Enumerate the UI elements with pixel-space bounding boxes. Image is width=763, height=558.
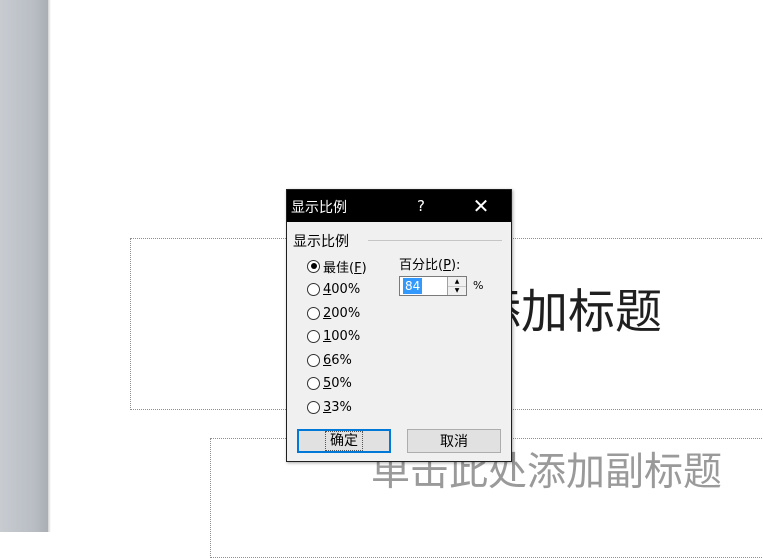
- radio-33-label: 33%: [323, 399, 352, 415]
- radio-fit-label: 最佳(F): [323, 260, 367, 276]
- radio-100-indicator[interactable]: [307, 329, 320, 343]
- thumbnail-pane[interactable]: [0, 0, 51, 532]
- ok-button-label: 确定: [325, 431, 363, 451]
- radio-400-label: 400%: [323, 281, 361, 297]
- radio-66-indicator[interactable]: [307, 353, 320, 367]
- help-button[interactable]: ?: [411, 196, 431, 216]
- radio-400[interactable]: 400%: [307, 280, 360, 298]
- radio-50[interactable]: 50%: [307, 374, 352, 392]
- ok-button[interactable]: 确定: [297, 429, 391, 453]
- radio-200-indicator[interactable]: [307, 306, 320, 320]
- cancel-button-label: 取消: [440, 434, 468, 450]
- radio-400-indicator[interactable]: [307, 282, 320, 296]
- radio-100-label: 100%: [323, 328, 361, 344]
- percent-value[interactable]: 84: [403, 278, 423, 294]
- dialog-title: 显示比例: [291, 200, 347, 216]
- radio-fit[interactable]: 最佳(F): [307, 257, 367, 276]
- percent-input[interactable]: 84 ▲ ▼: [399, 276, 467, 296]
- radio-33[interactable]: 33%: [307, 398, 352, 416]
- close-button[interactable]: ✕: [467, 194, 495, 218]
- radio-66[interactable]: 66%: [307, 351, 352, 369]
- cancel-button[interactable]: 取消: [407, 429, 501, 453]
- percent-unit: %: [473, 279, 484, 292]
- zoom-group-label: 显示比例: [293, 234, 349, 250]
- percent-spinner[interactable]: ▲ ▼: [447, 277, 466, 295]
- group-divider: [368, 240, 502, 241]
- spin-down-arrow-icon[interactable]: ▼: [448, 286, 466, 295]
- radio-200[interactable]: 200%: [307, 304, 360, 322]
- dialog-titlebar[interactable]: 显示比例 ? ✕: [287, 190, 511, 222]
- zoom-dialog: 显示比例 ? ✕ 显示比例 最佳(F) 400% 200% 100% 66% 5…: [286, 189, 512, 462]
- radio-50-label: 50%: [323, 375, 352, 391]
- radio-66-label: 66%: [323, 352, 352, 368]
- percent-label: 百分比(P):: [399, 258, 461, 273]
- radio-fit-indicator[interactable]: [307, 259, 320, 273]
- radio-100[interactable]: 100%: [307, 327, 360, 345]
- radio-200-label: 200%: [323, 305, 361, 321]
- radio-33-indicator[interactable]: [307, 400, 320, 414]
- radio-50-indicator[interactable]: [307, 376, 320, 390]
